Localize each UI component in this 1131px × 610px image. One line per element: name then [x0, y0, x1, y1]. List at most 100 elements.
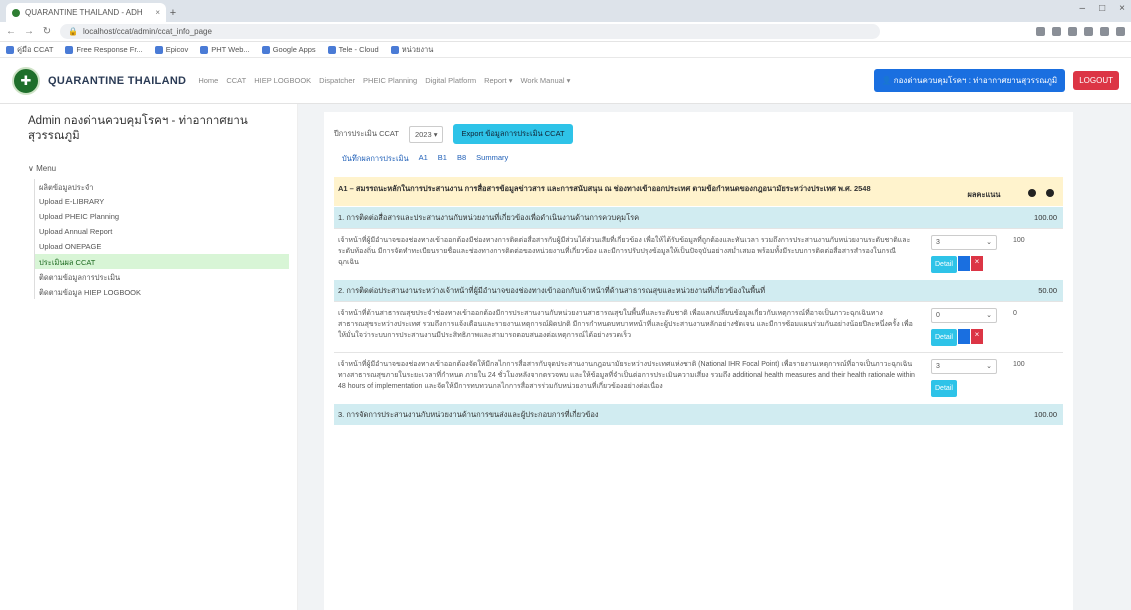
logout-button[interactable]: LOGOUT	[1073, 71, 1119, 90]
close-window-icon[interactable]: ×	[1119, 3, 1125, 14]
nav-item-digital-platform[interactable]: Digital Platform	[425, 76, 476, 85]
detail-button[interactable]: Detail	[931, 256, 957, 273]
extensions-toolbar	[1036, 27, 1125, 36]
sidebar-item[interactable]: Upload ONEPAGE	[35, 239, 289, 254]
chevron-down-icon: ⌄	[986, 239, 992, 246]
menu-toggle[interactable]: ∨ Menu	[28, 164, 289, 173]
browser-tab[interactable]: QUARANTINE THAILAND - ADH ×	[6, 3, 166, 22]
delete-button[interactable]: ×	[970, 256, 983, 271]
sidebar-title: Admin กองด่านควบคุมโรคฯ - ท่าอากาศยานสุว…	[28, 115, 248, 142]
year-select[interactable]: 2023 ▾	[408, 125, 444, 143]
criteria-controls: 3 ⌄ Detail ×	[931, 235, 1009, 273]
nav-item-ccat[interactable]: CCAT	[226, 76, 246, 85]
score-select[interactable]: 0 ⌄	[931, 308, 997, 323]
bookmark-item[interactable]: คู่มือ CCAT	[6, 44, 53, 56]
criteria-score: 100	[1013, 237, 1025, 244]
edit-button[interactable]	[957, 329, 970, 344]
bookmark-icon	[65, 45, 74, 54]
score-select[interactable]: 3 ⌄	[931, 359, 997, 374]
main-content: ปีการประเมิน CCAT 2023 ▾ Export ข้อมูลกา…	[298, 104, 1131, 610]
nav-item-work-manual[interactable]: Work Manual ▾	[520, 76, 570, 85]
bookmark-item[interactable]: PHT Web...	[200, 45, 250, 54]
tab-b8[interactable]: B8	[457, 153, 466, 165]
year-value: 2023	[414, 129, 432, 139]
bookmark-icon	[327, 45, 336, 54]
url-field[interactable]: 🔒 localhost/ccat/admin/ccat_info_page	[60, 24, 880, 39]
bookmarks-bar: คู่มือ CCAT Free Response Fr... Epicov P…	[0, 42, 1131, 58]
nav-item-home[interactable]: Home	[198, 76, 218, 85]
profile-icon[interactable]	[1116, 27, 1125, 36]
info-icon[interactable]	[1041, 183, 1059, 200]
new-tab-button[interactable]: +	[166, 3, 180, 22]
score-select[interactable]: 3 ⌄	[931, 235, 997, 250]
score-select-value: 3	[936, 363, 940, 370]
page-body: Admin กองด่านควบคุมโรคฯ - ท่าอากาศยานสุว…	[0, 104, 1131, 610]
user-button[interactable]: 👤 กองด่านควบคุมโรคฯ : ท่าอากาศยานสุวรรณภ…	[873, 69, 1066, 92]
section-row: 2. การติดต่อประสานงานระหว่างเจ้าหน้าที่ผ…	[334, 279, 1063, 301]
section-score: 50.00	[1038, 286, 1057, 295]
detail-button[interactable]: Detail	[931, 380, 957, 397]
address-bar-row: ← → ↻ 🔒 localhost/ccat/admin/ccat_info_p…	[0, 22, 1131, 42]
bookmark-item[interactable]: หน่วยงาน	[390, 44, 433, 56]
tab-summary[interactable]: Summary	[476, 153, 508, 165]
info-icon[interactable]	[1023, 183, 1041, 200]
nav-item-pheic-planning[interactable]: PHEIC Planning	[363, 76, 417, 85]
bookmark-icon	[6, 45, 14, 54]
criteria-score: 100	[1013, 361, 1025, 368]
nav-item-hiep-logbook[interactable]: HIEP LOGBOOK	[254, 76, 311, 85]
sidebar-item[interactable]: Upload Annual Report	[35, 224, 289, 239]
assessment-card: ปีการประเมิน CCAT 2023 ▾ Export ข้อมูลกา…	[324, 112, 1073, 610]
criteria-score: 0	[1013, 310, 1017, 317]
tab-close-icon[interactable]: ×	[155, 8, 160, 17]
sidebar-item[interactable]: Upload E-LIBRARY	[35, 194, 289, 209]
tab-a1[interactable]: A1	[419, 153, 428, 165]
tab-b1[interactable]: B1	[438, 153, 447, 165]
minimize-icon[interactable]: –	[1080, 3, 1086, 14]
section-score: 100.00	[1034, 213, 1057, 222]
user-label: กองด่านควบคุมโรคฯ : ท่าอากาศยานสุวรรณภูม…	[893, 76, 1058, 85]
filter-row: ปีการประเมิน CCAT 2023 ▾ Export ข้อมูลกา…	[334, 124, 1063, 144]
brand-title[interactable]: QUARANTINE THAILAND	[48, 75, 186, 87]
year-label: ปีการประเมิน CCAT	[334, 129, 399, 138]
back-icon[interactable]: ←	[6, 26, 16, 37]
forward-icon[interactable]: →	[24, 26, 34, 37]
nav-menu: Home CCAT HIEP LOGBOOK Dispatcher PHEIC …	[198, 76, 570, 85]
export-button[interactable]: Export ข้อมูลการประเมิน CCAT	[453, 124, 573, 144]
extension-icon[interactable]	[1100, 27, 1109, 36]
bookmark-label: Free Response Fr...	[76, 45, 143, 54]
nav-item-report[interactable]: Report ▾	[484, 76, 512, 85]
reload-icon[interactable]: ↻	[42, 26, 52, 37]
sidebar-item[interactable]: ผลิตข้อมูลประจำ	[35, 179, 289, 194]
sidebar-item[interactable]: ติดตามข้อมูล HIEP LOGBOOK	[35, 284, 289, 299]
sidebar-item[interactable]: ติดตามข้อมูลการประเมิน	[35, 269, 289, 284]
bookmark-label: Tele - Cloud	[338, 45, 379, 54]
sidebar-item[interactable]: Upload PHEIC Planning	[35, 209, 289, 224]
criteria-text: เจ้าหน้าที่ผู้มีอำนาจของช่องทางเข้าออกต้…	[338, 361, 915, 390]
sidebar: Admin กองด่านควบคุมโรคฯ - ท่าอากาศยานสุว…	[0, 104, 298, 610]
bookmark-label: คู่มือ CCAT	[17, 44, 54, 54]
extension-icon[interactable]	[1052, 27, 1061, 36]
bookmark-item[interactable]: Tele - Cloud	[327, 45, 379, 54]
edit-button[interactable]	[957, 256, 970, 271]
quarantine-logo-icon[interactable]: ✚	[12, 66, 40, 95]
detail-button[interactable]: Detail	[931, 329, 957, 346]
bookmark-item[interactable]: Epicov	[154, 45, 189, 54]
action-buttons: Detail	[931, 380, 1009, 397]
extension-icon[interactable]	[1068, 27, 1077, 36]
url-text: localhost/ccat/admin/ccat_info_page	[82, 27, 212, 36]
tab-record[interactable]: บันทึกผลการประเมิน	[342, 153, 409, 165]
maximize-icon[interactable]: □	[1099, 3, 1105, 14]
bookmark-icon	[261, 45, 270, 54]
section-title: 2. การติดต่อประสานงานระหว่างเจ้าหน้าที่ผ…	[338, 286, 766, 295]
bookmark-item[interactable]: Google Apps	[261, 45, 316, 54]
bookmark-label: Google Apps	[272, 45, 316, 54]
nav-item-dispatcher[interactable]: Dispatcher	[319, 76, 355, 85]
extension-icon[interactable]	[1084, 27, 1093, 36]
criteria-row: เจ้าหน้าที่ผู้มีอำนาจของช่องทางเข้าออกต้…	[334, 228, 1063, 279]
bookmark-label: Epicov	[165, 45, 189, 54]
delete-button[interactable]: ×	[970, 329, 983, 344]
tab-title: QUARANTINE THAILAND - ADH	[25, 8, 143, 17]
bookmark-item[interactable]: Free Response Fr...	[65, 45, 143, 54]
extension-icon[interactable]	[1036, 27, 1045, 36]
sidebar-item-active[interactable]: ประเมินผล CCAT	[35, 254, 289, 269]
